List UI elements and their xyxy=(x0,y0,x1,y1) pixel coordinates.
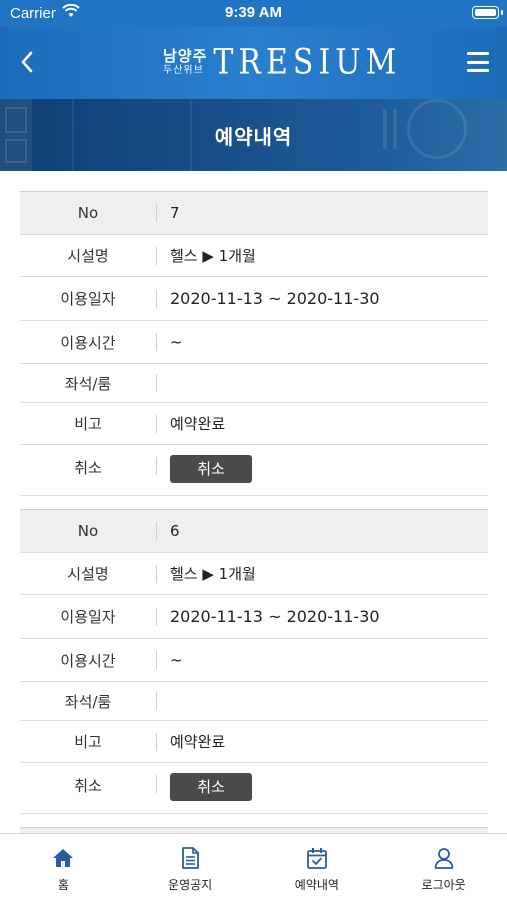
tab-label-logout: 로그아웃 xyxy=(421,878,466,892)
value-use-time: ~ xyxy=(170,333,183,351)
reservation-record: No 6 시설명 헬스 ▶ 1개월 이용일자 2020-11-13 ~ 2020… xyxy=(20,509,488,814)
value-facility: 헬스 ▶ 1개월 xyxy=(170,565,256,583)
label-seat-room: 좌석/룸 xyxy=(64,374,112,393)
logo: 남양주 두산위브 TRESIUM xyxy=(163,42,402,83)
row-cancel: 취소 취소 xyxy=(20,763,488,814)
label-cancel: 취소 xyxy=(74,777,102,795)
row-cancel: 취소 취소 xyxy=(20,445,488,496)
row-no: No 6 xyxy=(20,510,488,553)
battery-icon xyxy=(472,6,499,19)
calendar-check-icon xyxy=(306,848,327,869)
label-note: 비고 xyxy=(74,415,102,433)
row-seat-room: 좌석/룸 xyxy=(20,682,488,721)
row-use-date: 이용일자 2020-11-13 ~ 2020-11-30 xyxy=(20,277,488,321)
label-facility: 시설명 xyxy=(67,247,109,265)
tab-reservations[interactable]: 예약내역 xyxy=(254,834,381,900)
value-use-date: 2020-11-13 ~ 2020-11-30 xyxy=(170,607,380,626)
row-facility: 시설명 헬스 ▶ 1개월 xyxy=(20,235,488,277)
row-seat-room: 좌석/룸 xyxy=(20,364,488,403)
page-banner: 예약내역 xyxy=(0,99,507,171)
label-cancel: 취소 xyxy=(74,459,102,477)
tab-logout[interactable]: 로그아웃 xyxy=(380,834,507,900)
label-no: No xyxy=(77,522,99,540)
row-use-date: 이용일자 2020-11-13 ~ 2020-11-30 xyxy=(20,595,488,639)
value-note: 예약완료 xyxy=(170,733,226,751)
tab-notice[interactable]: 운영공지 xyxy=(127,834,254,900)
value-use-time: ~ xyxy=(170,651,183,669)
clock: 9:39 AM xyxy=(225,4,282,21)
tab-label-reservations: 예약내역 xyxy=(294,878,339,892)
tab-label-home: 홈 xyxy=(57,878,69,892)
value-no: 7 xyxy=(170,204,180,222)
person-icon xyxy=(434,848,454,869)
label-use-date: 이용일자 xyxy=(60,290,116,308)
document-icon xyxy=(182,847,200,869)
app-header: 남양주 두산위브 TRESIUM xyxy=(0,27,507,99)
reservation-list[interactable]: No 7 시설명 헬스 ▶ 1개월 이용일자 2020-11-13 ~ 2020… xyxy=(0,171,507,833)
logo-brand: TRESIUM xyxy=(213,42,402,83)
value-no: 6 xyxy=(170,522,180,540)
bottom-tab-bar: 홈 운영공지 예약내역 로그아웃 xyxy=(0,833,507,900)
cancel-button[interactable]: 취소 xyxy=(170,455,252,483)
row-note: 비고 예약완료 xyxy=(20,403,488,445)
logo-korean-sub: 두산위브 xyxy=(163,65,204,76)
back-button[interactable] xyxy=(14,47,40,77)
status-bar: Carrier 9:39 AM xyxy=(0,0,507,27)
label-facility: 시설명 xyxy=(67,565,109,583)
label-use-time: 이용시간 xyxy=(60,651,116,670)
chevron-left-icon xyxy=(21,51,33,73)
logo-korean-main: 남양주 xyxy=(163,47,208,65)
hamburger-menu-icon[interactable] xyxy=(467,52,489,72)
row-use-time: 이용시간 ~ xyxy=(20,321,488,364)
page-title: 예약내역 xyxy=(214,125,293,149)
cancel-button[interactable]: 취소 xyxy=(170,773,252,801)
value-note: 예약완료 xyxy=(170,415,226,433)
label-seat-room: 좌석/룸 xyxy=(64,692,112,711)
value-use-date: 2020-11-13 ~ 2020-11-30 xyxy=(170,289,380,308)
row-note: 비고 예약완료 xyxy=(20,721,488,763)
row-use-time: 이용시간 ~ xyxy=(20,639,488,682)
tab-home[interactable]: 홈 xyxy=(0,834,127,900)
row-facility: 시설명 헬스 ▶ 1개월 xyxy=(20,553,488,595)
tab-label-notice: 운영공지 xyxy=(168,878,213,892)
label-use-time: 이용시간 xyxy=(60,333,116,352)
value-facility: 헬스 ▶ 1개월 xyxy=(170,247,256,265)
label-note: 비고 xyxy=(74,733,102,751)
label-no: No xyxy=(77,204,99,222)
row-no: No 7 xyxy=(20,192,488,235)
home-icon xyxy=(53,849,74,867)
label-use-date: 이용일자 xyxy=(60,608,116,626)
reservation-record: No 7 시설명 헬스 ▶ 1개월 이용일자 2020-11-13 ~ 2020… xyxy=(20,191,488,496)
